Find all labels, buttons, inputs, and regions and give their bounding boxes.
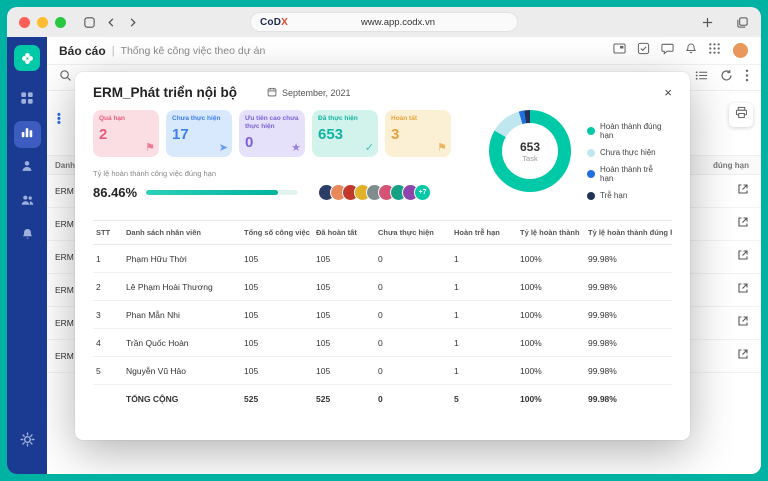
calendar-icon xyxy=(267,87,277,99)
sidebar-item-dashboard[interactable] xyxy=(14,87,41,114)
modal-table-body: 1 Phạm Hữu Thời 105 105 0 1 100% 99.98% 2 Lê Phạm… xyxy=(93,244,672,413)
on-time-completion: Tỷ lệ hoàn thành công việc đúng hạn 86.4… xyxy=(93,169,489,201)
legend-dot xyxy=(587,127,595,135)
background-header-right: đúng hạn xyxy=(713,160,749,170)
sidebar-item-notifications[interactable] xyxy=(14,223,41,250)
employee-table: STT Danh sách nhân viên Tổng số công việ… xyxy=(93,220,672,412)
bar-chart-icon xyxy=(20,125,34,144)
zoom-window-button[interactable] xyxy=(55,16,66,28)
legend-dot xyxy=(587,191,595,200)
browser-chrome: CoDX www.app.codx.vn xyxy=(7,7,761,37)
sidebar-item-settings[interactable] xyxy=(14,428,41,455)
date-label: September, 2021 xyxy=(282,87,351,98)
external-link-icon[interactable] xyxy=(737,215,749,233)
external-link-icon[interactable] xyxy=(737,314,749,332)
table-total-row: TỔNG CỘNG 525 525 0 5 100% 99.98% xyxy=(126,393,617,404)
drag-handle-icon[interactable]: • • • xyxy=(57,110,61,129)
table-header-row: STT Danh sách nhân viên Tổng số công việ… xyxy=(93,220,672,245)
stat-card-not-started: Chưa thực hiện 17 ➤ xyxy=(166,110,232,157)
url-text: www.app.codx.vn xyxy=(361,16,435,28)
close-window-button[interactable] xyxy=(19,16,30,28)
stat-cards: Quá hạn 2 ⚑ Chưa thực hiện 17 ➤ Ưu tiên … xyxy=(93,110,489,157)
task-check-icon[interactable] xyxy=(637,42,650,60)
printer-icon xyxy=(735,106,748,124)
progress-value: 86.46% xyxy=(93,185,138,200)
legend-item: Trễ hạn xyxy=(587,191,668,200)
new-tab-icon[interactable] xyxy=(701,16,714,29)
codx-logo: CoDX xyxy=(260,16,289,28)
flag-icon: ⚑ xyxy=(437,142,447,154)
minimize-window-button[interactable] xyxy=(37,16,48,28)
table-row: 3 Phan Mẫn Nhi 105 105 0 1 100% 99.98% xyxy=(93,300,672,329)
bell-icon xyxy=(21,227,34,246)
page-subtitle: Thống kê công việc theo dự án xyxy=(120,44,266,57)
progress-label: Tỷ lệ hoàn thành công việc đúng hạn xyxy=(93,169,217,178)
date-picker[interactable]: September, 2021 xyxy=(267,87,351,99)
page-title: Báo cáo xyxy=(59,43,106,58)
send-icon: ➤ xyxy=(218,142,228,154)
sidebar-item-profile[interactable] xyxy=(14,155,41,182)
stat-card-high-priority: Ưu tiên cao chưa thực hiện 0 ★ xyxy=(239,110,305,157)
legend-item: Hoàn thành trễ hạn xyxy=(587,165,668,183)
panel-icon[interactable] xyxy=(613,42,626,60)
table-row: 1 Phạm Hữu Thời 105 105 0 1 100% 99.98% xyxy=(93,244,672,273)
person-icon xyxy=(20,159,34,178)
progress-fill xyxy=(146,190,278,195)
star-icon: ★ xyxy=(291,142,301,154)
modal-title: ERM_Phát triển nội bộ xyxy=(93,85,238,100)
table-row: 5 Nguyễn Vũ Hảo 105 105 0 1 100% 99.98% xyxy=(93,356,672,385)
donut-legend: Hoàn thành đúng hạn Chưa thực hiện Hoàn th… xyxy=(587,110,668,208)
browser-window: CoDX www.app.codx.vn Báo cáo | Thống kê … xyxy=(7,7,761,474)
sidebar-item-reports[interactable] xyxy=(13,121,41,148)
stat-card-overdue: Quá hạn 2 ⚑ xyxy=(93,110,159,157)
sidebar-item-organization[interactable] xyxy=(14,189,41,216)
codx-app-logo[interactable] xyxy=(14,45,40,71)
app-header: Báo cáo | Thống kê công việc theo dự án xyxy=(47,37,761,65)
external-link-icon[interactable] xyxy=(737,182,749,200)
external-link-icon[interactable] xyxy=(737,281,749,299)
avatar-group: +7 xyxy=(318,184,432,201)
app-sidebar xyxy=(7,37,47,474)
external-link-icon[interactable] xyxy=(737,248,749,266)
dashboard-grid-icon xyxy=(20,91,34,110)
legend-item: Hoàn thành đúng hạn xyxy=(587,122,668,140)
check-icon: ✓ xyxy=(364,142,374,154)
people-icon xyxy=(20,193,35,212)
stat-card-done: Đã thực hiện 653 ✓ xyxy=(312,110,378,157)
table-row: 4 Trần Quốc Hoàn 105 105 0 1 100% 99.98% xyxy=(93,328,672,357)
avatar-more-badge[interactable]: +7 xyxy=(414,184,432,201)
refresh-icon[interactable] xyxy=(720,69,733,87)
back-icon[interactable] xyxy=(106,17,117,28)
donut-center: 653 Task xyxy=(502,123,558,179)
forward-icon[interactable] xyxy=(127,17,138,28)
tab-overview-icon[interactable] xyxy=(736,16,749,29)
flag-icon: ⚑ xyxy=(145,142,155,154)
external-link-icon[interactable] xyxy=(737,347,749,365)
search-icon[interactable] xyxy=(59,69,72,87)
progress-bar xyxy=(146,190,299,195)
legend-item: Chưa thực hiện xyxy=(587,148,668,157)
close-icon[interactable]: × xyxy=(664,86,672,99)
donut-chart: 653 Task xyxy=(489,110,571,192)
print-button[interactable] xyxy=(729,103,753,127)
tab-stack-icon[interactable] xyxy=(83,16,96,29)
apps-grid-icon[interactable] xyxy=(708,42,721,60)
kebab-menu-icon[interactable] xyxy=(745,69,749,87)
address-bar[interactable]: CoDX www.app.codx.vn xyxy=(250,12,518,32)
notification-bell-icon[interactable] xyxy=(685,42,697,60)
report-detail-modal: ERM_Phát triển nội bộ September, 2021 × … xyxy=(75,72,690,440)
chat-icon[interactable] xyxy=(661,42,674,60)
gear-icon xyxy=(19,431,35,452)
table-row: 2 Lê Phạm Hoài Thương 105 105 0 1 100% 99.98% xyxy=(93,272,672,301)
list-view-icon[interactable] xyxy=(695,69,708,87)
legend-dot xyxy=(587,148,595,157)
stat-card-complete: Hoàn tất 3 ⚑ xyxy=(385,110,451,157)
legend-dot xyxy=(587,170,595,178)
title-separator: | xyxy=(111,44,115,57)
user-avatar[interactable] xyxy=(732,42,749,59)
